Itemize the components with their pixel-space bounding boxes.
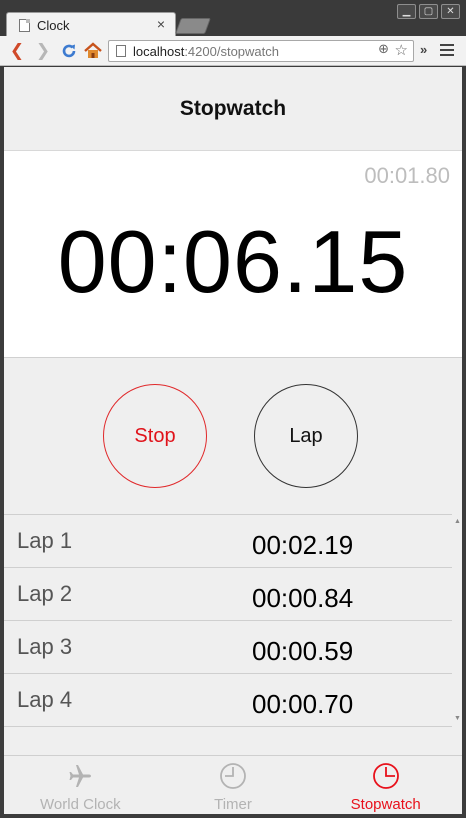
menu-icon[interactable]: [440, 44, 454, 59]
stopwatch-page: Stopwatch 00:01.80 00:06.15 Stop Lap Lap…: [4, 67, 462, 814]
scroll-up-icon[interactable]: ▲: [454, 518, 461, 525]
tab-label: Timer: [214, 796, 252, 813]
lap-time: 00:00.70: [252, 689, 354, 719]
lap-row: Lap 2 00:00.84: [4, 568, 452, 621]
elapsed-time: 00:06.15: [57, 212, 409, 311]
timer-icon: [220, 763, 246, 789]
lap-row: Lap 4 00:00.70: [4, 674, 452, 727]
lap-name: Lap 3: [17, 634, 73, 659]
url-text: localhost:4200/stopwatch: [133, 44, 279, 59]
back-icon[interactable]: ❮: [6, 40, 28, 62]
lap-name: Lap 4: [17, 687, 73, 712]
current-lap-time: 00:01.80: [364, 163, 450, 188]
zoom-icon[interactable]: ⊕: [378, 42, 389, 57]
new-tab-button[interactable]: [175, 18, 211, 34]
lap-row: Lap 3 00:00.59: [4, 621, 452, 674]
lap-time: 00:00.59: [252, 636, 354, 666]
close-window-button[interactable]: ✕: [441, 4, 460, 19]
tab-stopwatch[interactable]: Stopwatch: [309, 756, 462, 814]
address-bar[interactable]: localhost:4200/stopwatch ⊕ ☆: [108, 40, 414, 62]
lap-row: Lap 1 00:02.19: [4, 515, 452, 568]
bookmark-star-icon[interactable]: ☆: [395, 41, 408, 59]
tab-title: Clock: [37, 18, 70, 33]
close-tab-icon[interactable]: ×: [157, 16, 165, 32]
lap-name: Lap 2: [17, 581, 73, 606]
forward-icon[interactable]: ❯: [32, 40, 54, 62]
airplane-icon: [69, 765, 92, 787]
stop-button[interactable]: Stop: [103, 384, 207, 488]
page-header: Stopwatch: [4, 67, 462, 151]
minimize-button[interactable]: ▁: [397, 4, 416, 19]
tab-world-clock[interactable]: World Clock: [4, 756, 157, 814]
page-title: Stopwatch: [179, 96, 287, 120]
lap-name: Lap 1: [17, 528, 73, 553]
page-icon: [19, 19, 30, 32]
reload-icon[interactable]: [58, 40, 80, 62]
home-icon[interactable]: [82, 40, 104, 62]
lap-time: 00:00.84: [252, 583, 354, 613]
bottom-tab-bar: World Clock Timer Stopwatch: [4, 755, 462, 814]
browser-toolbar: ❮ ❯ localhost:4200/stopwatch ⊕ ☆ »: [0, 36, 466, 66]
lap-time: 00:02.19: [252, 530, 354, 560]
scroll-down-icon[interactable]: ▼: [454, 715, 461, 722]
page-icon: [116, 45, 126, 57]
lap-list-scrollbar[interactable]: ▲ ▼: [452, 514, 462, 726]
browser-titlebar: Clock × ▁ ▢ ✕: [0, 0, 466, 37]
stopwatch-controls: Stop Lap: [4, 359, 462, 514]
lap-list: Lap 1 00:02.19 Lap 2 00:00.84 Lap 3 00:0…: [4, 514, 452, 727]
stopwatch-icon: [372, 763, 399, 789]
tab-label: Stopwatch: [350, 796, 421, 813]
stopwatch-display: 00:01.80 00:06.15: [4, 151, 462, 358]
extensions-overflow[interactable]: »: [420, 42, 427, 57]
tab-label: World Clock: [40, 796, 121, 813]
browser-tab-clock[interactable]: Clock ×: [6, 12, 176, 37]
maximize-button[interactable]: ▢: [419, 4, 438, 19]
lap-button[interactable]: Lap: [254, 384, 358, 488]
tab-timer[interactable]: Timer: [157, 756, 310, 814]
window-controls: ▁ ▢ ✕: [397, 4, 460, 19]
